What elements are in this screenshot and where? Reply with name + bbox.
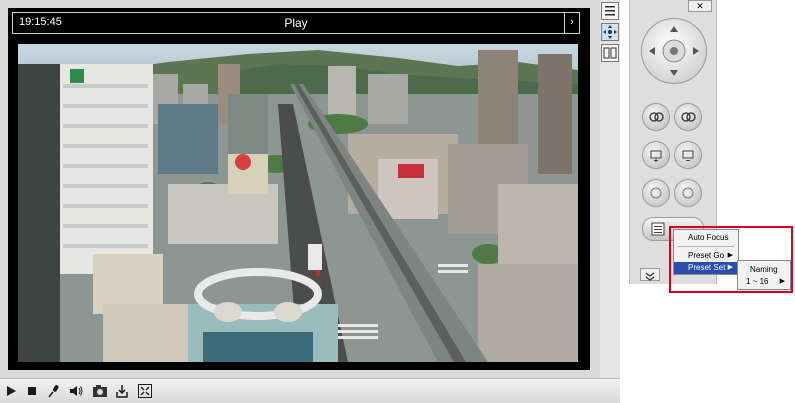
zoom-in-button[interactable] xyxy=(642,103,670,131)
io-icon[interactable] xyxy=(601,44,619,62)
preset-set-submenu: Naming 1 ~ 16 ▶ xyxy=(737,260,791,290)
city-scene-image xyxy=(18,44,578,362)
play-icon[interactable] xyxy=(2,382,20,400)
list-icon[interactable] xyxy=(601,2,619,20)
chevron-down-icon xyxy=(645,272,655,281)
submenu-arrow-icon: ▶ xyxy=(727,252,733,259)
iris-open-button[interactable] xyxy=(642,179,670,207)
microphone-icon[interactable] xyxy=(45,382,63,400)
focus-near-button[interactable] xyxy=(642,141,670,169)
playback-toolbar xyxy=(0,378,620,403)
menu-item-auto-focus[interactable]: Auto Focus xyxy=(674,232,738,244)
expand-button[interactable] xyxy=(640,268,660,281)
pan-tilt-joystick[interactable] xyxy=(641,18,707,84)
ptz-close-button[interactable]: ✕ xyxy=(688,0,712,12)
menu-divider xyxy=(678,246,734,247)
submenu-item-range[interactable]: 1 ~ 16 ▶ xyxy=(738,276,790,288)
iris-close-button[interactable] xyxy=(674,179,702,207)
ptz-icon[interactable] xyxy=(601,23,619,41)
snapshot-icon[interactable] xyxy=(91,382,109,400)
submenu-arrow-icon: ▶ xyxy=(727,264,733,271)
submenu-item-naming[interactable]: Naming xyxy=(738,264,790,276)
submenu-arrow-icon: ▶ xyxy=(779,278,785,285)
fullscreen-icon[interactable] xyxy=(136,382,154,400)
menu-item-preset-set[interactable]: Preset Set ▶ xyxy=(674,262,738,274)
video-frame: 19:15:45 Play › xyxy=(8,8,590,370)
menu-item-label: Preset Go xyxy=(688,251,725,260)
focus-far-button[interactable] xyxy=(674,141,702,169)
stop-icon[interactable] xyxy=(23,382,41,400)
title-arrow-button[interactable]: › xyxy=(564,12,579,34)
speaker-icon[interactable] xyxy=(67,382,85,400)
camera-view xyxy=(18,44,578,362)
menu-item-preset-go[interactable]: Preset Go ▶ xyxy=(674,250,738,262)
submenu-item-label: Naming xyxy=(750,265,778,274)
video-title-bar: 19:15:45 Play › xyxy=(12,12,580,34)
preset-context-menu: Auto Focus Preset Go ▶ Preset Set ▶ xyxy=(673,229,739,275)
video-panel: 19:15:45 Play › xyxy=(0,0,600,378)
side-strip xyxy=(600,0,620,378)
play-mode-label: Play xyxy=(284,16,308,30)
submenu-item-label: 1 ~ 16 xyxy=(746,277,769,286)
record-icon[interactable] xyxy=(113,382,131,400)
zoom-out-button[interactable] xyxy=(674,103,702,131)
menu-item-label: Auto Focus xyxy=(688,233,729,242)
menu-item-label: Preset Set xyxy=(688,263,726,272)
